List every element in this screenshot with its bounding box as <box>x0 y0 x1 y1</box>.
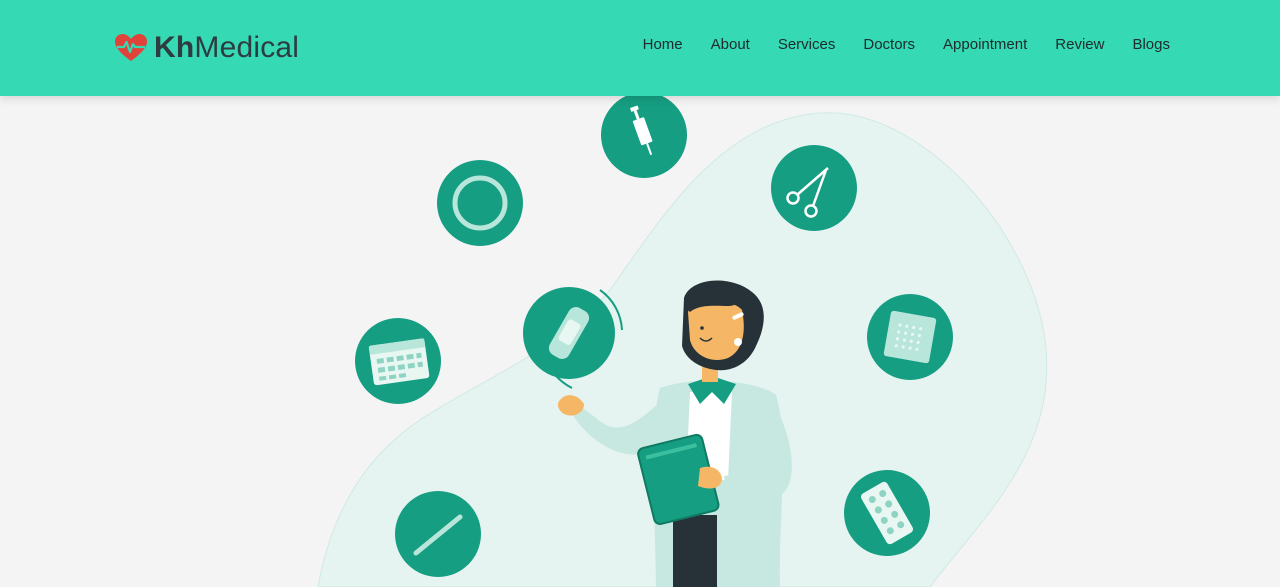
calendar-icon <box>355 318 441 404</box>
pill-blister-icon <box>844 470 930 556</box>
thermometer-icon <box>395 491 481 577</box>
nav-about[interactable]: About <box>711 36 750 53</box>
nav-home[interactable]: Home <box>643 36 683 53</box>
brand-name: KhMedical <box>154 31 299 65</box>
heart-pulse-icon <box>115 34 147 61</box>
main-nav: Home About Services Doctors Appointment … <box>643 36 1170 53</box>
nav-services[interactable]: Services <box>778 36 836 53</box>
brand-name-regular: Medical <box>194 31 300 64</box>
scissors-icon <box>771 145 857 231</box>
nav-blogs[interactable]: Blogs <box>1132 36 1170 53</box>
hero-illustration <box>317 96 1048 587</box>
plaster-icon <box>867 294 953 380</box>
syringe-icon <box>601 96 687 178</box>
header: KhMedical Home About Services Doctors Ap… <box>0 0 1280 96</box>
nav-appointment[interactable]: Appointment <box>943 36 1027 53</box>
nav-doctors[interactable]: Doctors <box>863 36 915 53</box>
nav-review[interactable]: Review <box>1055 36 1104 53</box>
ring-icon <box>437 160 523 246</box>
logo[interactable]: KhMedical <box>114 28 299 68</box>
brand-name-bold: Kh <box>154 31 195 64</box>
